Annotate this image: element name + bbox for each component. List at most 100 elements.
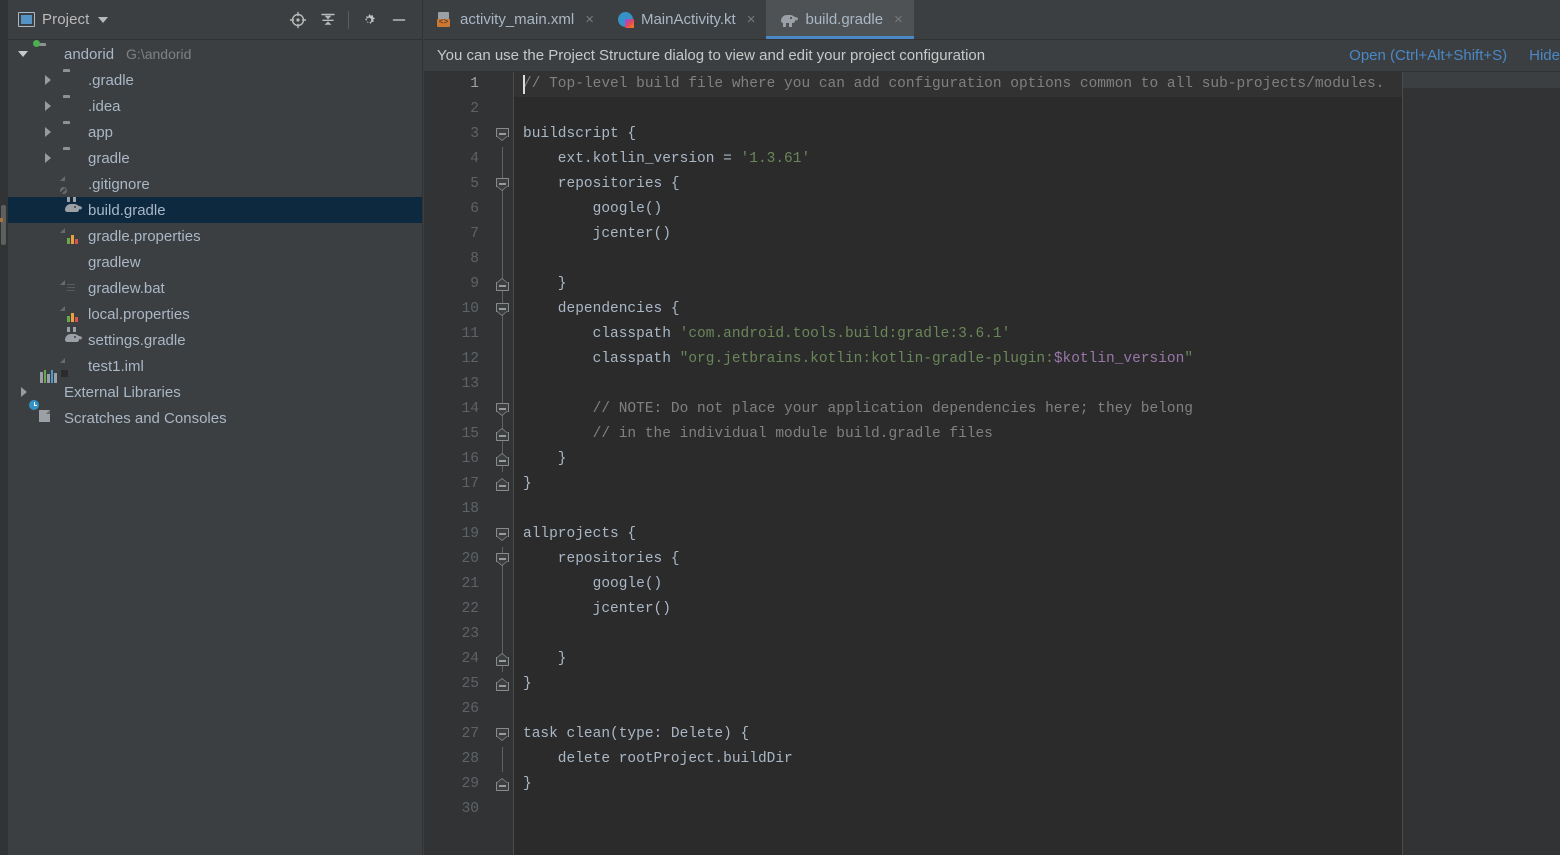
editor-scrollbar-track[interactable]	[1403, 72, 1560, 88]
hide-notification-link[interactable]: Hide	[1529, 47, 1560, 64]
chevron-right-icon[interactable]	[16, 384, 32, 400]
line-number[interactable]: 15	[424, 422, 492, 447]
fold-expand-icon[interactable]	[496, 453, 509, 466]
line-number[interactable]: 8	[424, 247, 492, 272]
fold-expand-icon[interactable]	[496, 428, 509, 441]
tree-arrow-placeholder	[40, 254, 56, 270]
tree-item-scratches-and-consoles[interactable]: Scratches and Consoles	[8, 400, 422, 431]
tree-item-label: gradlew.bat	[88, 279, 165, 297]
project-panel-title: Project	[42, 11, 90, 28]
tree-item-local-properties[interactable]: local.properties	[8, 301, 422, 327]
line-number[interactable]: 12	[424, 347, 492, 372]
tree-item-build-gradle[interactable]: build.gradle	[8, 197, 422, 223]
tree-item-test1-iml[interactable]: test1.iml	[8, 353, 422, 379]
tree-item-settings-gradle[interactable]: settings.gradle	[8, 327, 422, 353]
fold-collapse-icon[interactable]	[496, 728, 509, 741]
tree-item-gradlew[interactable]: gradlew	[8, 249, 422, 275]
code-folding-gutter[interactable]	[492, 72, 514, 855]
line-number[interactable]: 13	[424, 372, 492, 397]
line-number[interactable]: 1	[424, 72, 492, 97]
close-icon[interactable]: ×	[585, 12, 594, 27]
line-number[interactable]: 24	[424, 647, 492, 672]
chevron-right-icon[interactable]	[40, 72, 56, 88]
tree-item-external-libraries[interactable]: External Libraries	[8, 370, 422, 405]
line-number[interactable]: 28	[424, 747, 492, 772]
fold-collapse-icon[interactable]	[496, 553, 509, 566]
code-token: buildscript {	[523, 126, 637, 142]
fold-expand-icon[interactable]	[496, 278, 509, 291]
fold-collapse-icon[interactable]	[496, 178, 509, 191]
line-number[interactable]: 7	[424, 222, 492, 247]
line-number[interactable]: 18	[424, 497, 492, 522]
tree-item-gradlew-bat[interactable]: gradlew.bat	[8, 275, 422, 301]
tree-item-gradle[interactable]: .gradle	[8, 67, 422, 93]
fold-expand-icon[interactable]	[496, 653, 509, 666]
close-icon[interactable]: ×	[894, 12, 903, 27]
line-number[interactable]: 10	[424, 297, 492, 322]
tree-item-andorid[interactable]: andorid G:\andorid	[8, 40, 422, 67]
notification-message: You can use the Project Structure dialog…	[437, 47, 986, 64]
chevron-right-icon[interactable]	[40, 124, 56, 140]
line-number[interactable]: 17	[424, 472, 492, 497]
project-view-selector[interactable]: Project	[18, 11, 109, 28]
fold-collapse-icon[interactable]	[496, 128, 509, 141]
fold-guide-line	[502, 322, 503, 347]
gear-icon[interactable]	[354, 6, 384, 34]
project-scrollbar-thumb[interactable]	[1, 205, 6, 245]
locate-target-icon[interactable]	[283, 6, 313, 34]
project-tree[interactable]: andorid G:\andorid .gradle .idea app gradle .g…	[8, 40, 422, 431]
tree-item-label: .gradle	[88, 71, 134, 89]
line-number[interactable]: 22	[424, 597, 492, 622]
fold-row	[492, 197, 513, 222]
line-number[interactable]: 11	[424, 322, 492, 347]
code-token: allprojects {	[523, 526, 637, 542]
project-view-icon	[18, 12, 35, 27]
gitignore-file-icon	[59, 176, 81, 195]
tree-item-gitignore[interactable]: .gitignore	[8, 171, 422, 197]
line-number[interactable]: 19	[424, 522, 492, 547]
chevron-down-icon[interactable]	[16, 46, 32, 62]
line-number[interactable]: 25	[424, 672, 492, 697]
tree-item-gradle[interactable]: gradle	[8, 145, 422, 171]
line-number[interactable]: 30	[424, 797, 492, 822]
line-number[interactable]: 6	[424, 197, 492, 222]
fold-expand-icon[interactable]	[496, 678, 509, 691]
chevron-right-icon[interactable]	[40, 98, 56, 114]
close-icon[interactable]: ×	[747, 12, 756, 27]
line-number[interactable]: 26	[424, 697, 492, 722]
left-edge-strip	[0, 0, 8, 855]
line-number[interactable]: 27	[424, 722, 492, 747]
line-number[interactable]: 20	[424, 547, 492, 572]
tree-item-gradle-properties[interactable]: gradle.properties	[8, 223, 422, 249]
line-number[interactable]: 3	[424, 122, 492, 147]
collapse-all-icon[interactable]	[313, 6, 343, 34]
editor-tab-mainactivity-kt[interactable]: MainActivity.kt ×	[605, 0, 767, 39]
line-number[interactable]: 16	[424, 447, 492, 472]
line-number[interactable]: 21	[424, 572, 492, 597]
fold-collapse-icon[interactable]	[496, 303, 509, 316]
fold-expand-icon[interactable]	[496, 478, 509, 491]
fold-collapse-icon[interactable]	[496, 528, 509, 541]
minimize-icon[interactable]	[384, 6, 414, 34]
line-number[interactable]: 14	[424, 397, 492, 422]
tree-arrow-placeholder	[40, 332, 56, 348]
line-number[interactable]: 9	[424, 272, 492, 297]
line-number[interactable]: 23	[424, 622, 492, 647]
chevron-right-icon[interactable]	[40, 150, 56, 166]
tree-item-idea[interactable]: .idea	[8, 93, 422, 119]
tree-item-app[interactable]: app	[8, 119, 422, 145]
line-number[interactable]: 5	[424, 172, 492, 197]
line-number-gutter[interactable]: 1 2 3 4 5 6 7 8 9 10 11 12 13 14 15 16 17 18 19 20 21 22 23 24 2…	[424, 72, 492, 855]
line-number[interactable]: 2	[424, 97, 492, 122]
fold-expand-icon[interactable]	[496, 778, 509, 791]
editor-tab-build-gradle[interactable]: build.gradle ×	[766, 0, 915, 39]
line-number[interactable]: 29	[424, 772, 492, 797]
editor-tab-activity-main-xml[interactable]: <> activity_main.xml ×	[424, 0, 605, 39]
fold-row	[492, 422, 513, 447]
iml-file-icon	[61, 358, 81, 377]
fold-collapse-icon[interactable]	[496, 403, 509, 416]
project-panel-toolbar	[283, 6, 414, 34]
open-project-structure-link[interactable]: Open (Ctrl+Alt+Shift+S)	[1349, 47, 1507, 64]
line-number[interactable]: 4	[424, 147, 492, 172]
chevron-down-icon[interactable]	[98, 16, 109, 23]
